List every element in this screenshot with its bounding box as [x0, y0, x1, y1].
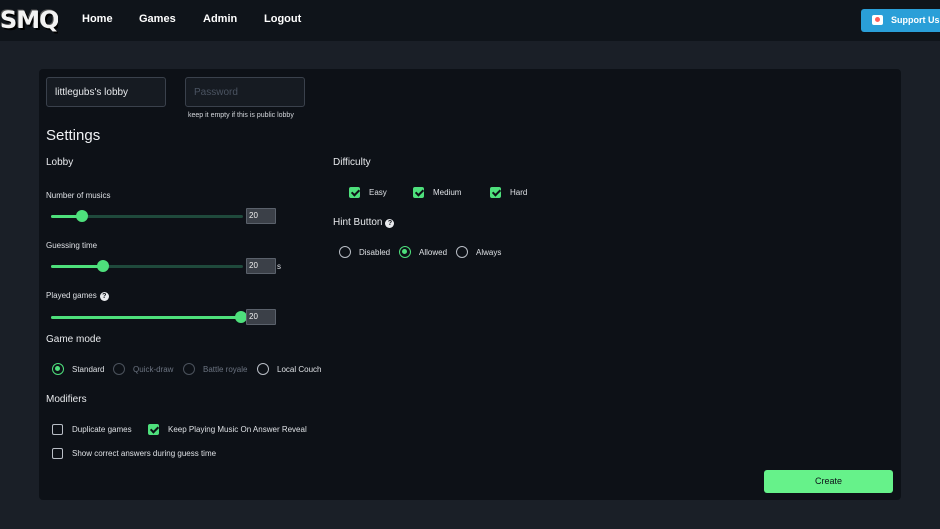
game-mode-battle-royale-radio[interactable]	[183, 363, 195, 375]
hint-always-radio[interactable]	[456, 246, 468, 258]
game-mode-local-couch-label[interactable]: Local Couch	[277, 365, 321, 374]
game-mode-battle-royale-label[interactable]: Battle royale	[203, 365, 247, 374]
password-hint: keep it empty if this is public lobby	[188, 112, 294, 119]
game-mode-local-couch-radio[interactable]	[257, 363, 269, 375]
hint-disabled-label[interactable]: Disabled	[359, 248, 390, 257]
keep-playing-music-label[interactable]: Keep Playing Music On Answer Reveal	[168, 425, 307, 434]
site-logo[interactable]: SMQ	[0, 6, 58, 34]
nav-home-link[interactable]: Home	[82, 13, 113, 25]
game-mode-heading: Game mode	[46, 334, 102, 345]
guessing-time-slider[interactable]	[51, 260, 243, 272]
top-navbar: SMQ Home Games Admin Logout Support Us!	[0, 0, 940, 41]
game-mode-quick-draw-radio[interactable]	[113, 363, 125, 375]
number-of-musics-slider[interactable]	[51, 210, 243, 222]
duplicate-games-checkbox[interactable]	[52, 424, 63, 435]
help-icon[interactable]: ?	[385, 219, 395, 228]
number-of-musics-label: Number of musics	[46, 191, 111, 200]
help-icon[interactable]: ?	[99, 292, 109, 301]
played-games-label-text: Played games	[46, 291, 97, 300]
difficulty-easy-label[interactable]: Easy	[369, 188, 387, 197]
nav-logout-link[interactable]: Logout	[264, 13, 301, 25]
show-correct-answers-checkbox[interactable]	[52, 448, 63, 459]
played-games-label: Played games?	[46, 291, 109, 301]
hint-button-heading: Hint Button?	[333, 217, 395, 228]
kofi-cup-icon	[872, 15, 883, 25]
lobby-name-input[interactable]	[46, 77, 166, 107]
game-mode-standard-radio[interactable]	[52, 363, 64, 375]
duplicate-games-label[interactable]: Duplicate games	[72, 425, 132, 434]
hint-allowed-radio[interactable]	[399, 246, 411, 258]
show-correct-answers-label[interactable]: Show correct answers during guess time	[72, 449, 216, 458]
settings-title: Settings	[46, 127, 101, 144]
slider-fill	[51, 265, 103, 268]
played-games-value[interactable]: 20	[246, 309, 276, 325]
lobby-heading: Lobby	[46, 157, 74, 168]
difficulty-hard-checkbox[interactable]	[490, 187, 501, 198]
slider-thumb[interactable]	[75, 210, 88, 222]
create-button[interactable]: Create	[764, 470, 893, 493]
slider-thumb[interactable]	[96, 260, 109, 272]
hint-allowed-label[interactable]: Allowed	[419, 248, 447, 257]
number-of-musics-value[interactable]: 20	[246, 208, 276, 224]
support-us-label: Support Us!	[891, 15, 940, 25]
password-input[interactable]	[185, 77, 305, 107]
hint-disabled-radio[interactable]	[339, 246, 351, 258]
support-us-button[interactable]: Support Us!	[861, 9, 940, 32]
difficulty-heading: Difficulty	[333, 157, 371, 168]
difficulty-medium-checkbox[interactable]	[413, 187, 424, 198]
difficulty-medium-label[interactable]: Medium	[433, 188, 461, 197]
guessing-time-value[interactable]: 20	[246, 258, 276, 274]
hint-button-heading-text: Hint Button	[333, 217, 383, 228]
guessing-time-unit: s	[277, 262, 281, 271]
game-mode-quick-draw-label[interactable]: Quick-draw	[133, 365, 173, 374]
nav-admin-link[interactable]: Admin	[203, 13, 237, 25]
hint-always-label[interactable]: Always	[476, 248, 501, 257]
guessing-time-label: Guessing time	[46, 241, 98, 250]
game-mode-standard-label[interactable]: Standard	[72, 365, 104, 374]
create-lobby-panel: keep it empty if this is public lobby Se…	[39, 69, 901, 500]
difficulty-hard-label[interactable]: Hard	[510, 188, 527, 197]
slider-fill	[51, 316, 241, 319]
keep-playing-music-checkbox[interactable]	[148, 424, 159, 435]
modifiers-heading: Modifiers	[46, 394, 87, 405]
nav-games-link[interactable]: Games	[139, 13, 176, 25]
played-games-slider[interactable]	[51, 311, 247, 323]
difficulty-easy-checkbox[interactable]	[349, 187, 360, 198]
